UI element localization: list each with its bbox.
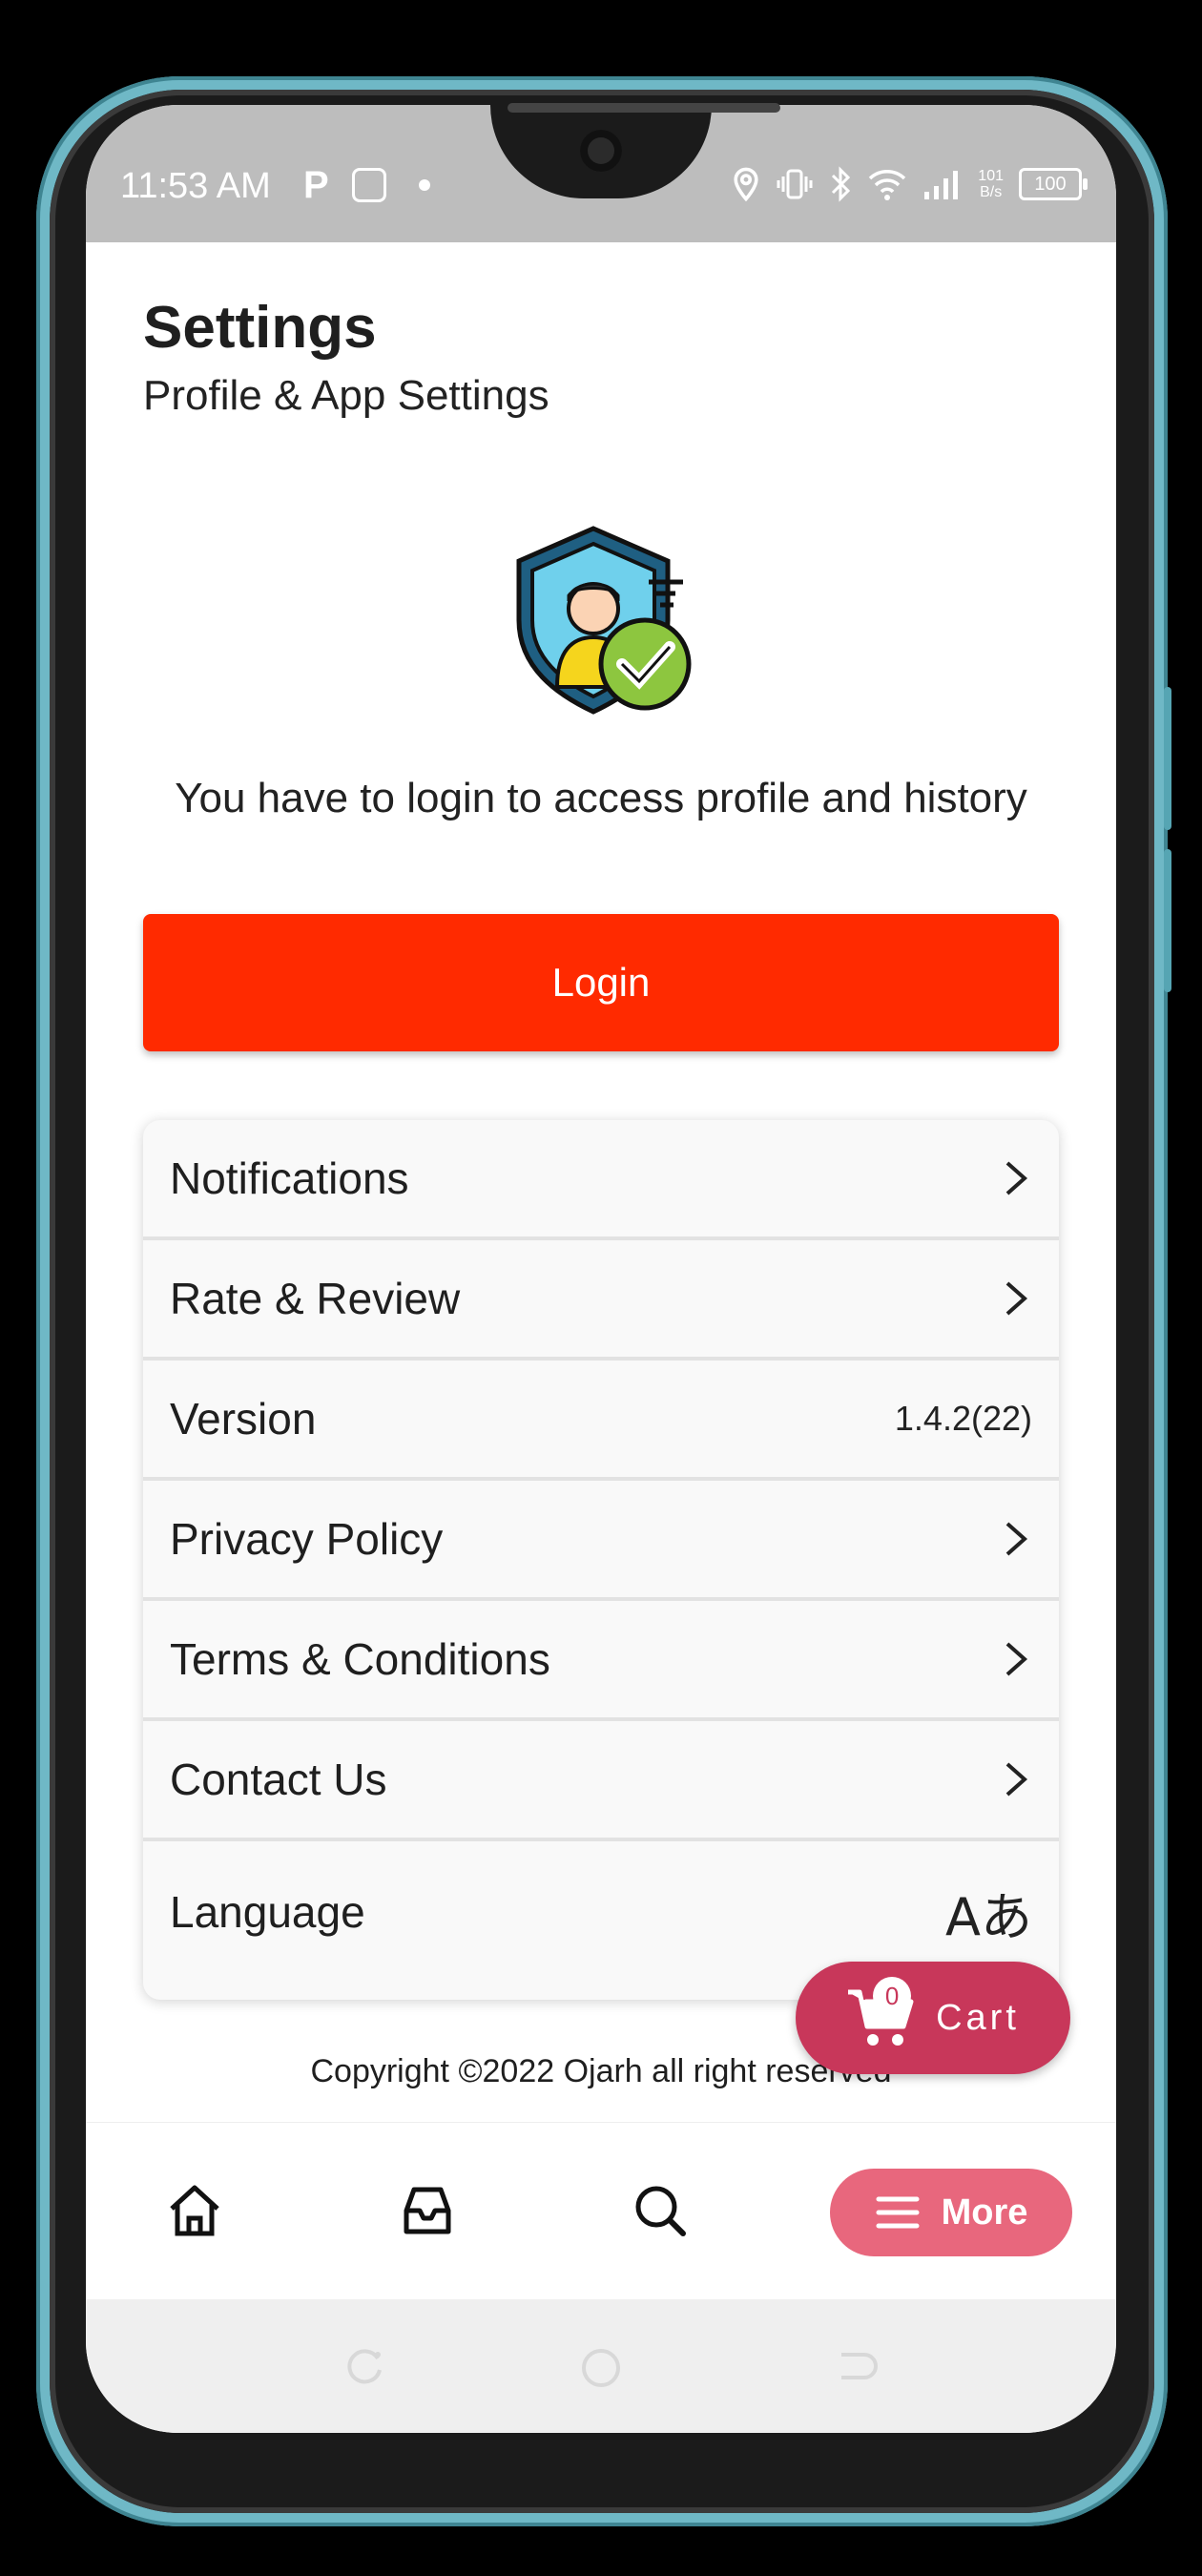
settings-list: Notifications Rate & Review Version 1.4.… <box>143 1120 1059 2000</box>
bluetooth-icon <box>832 166 851 202</box>
screen: 11:53 AM P 101 B/s 100 Settings Profile … <box>86 105 1116 2433</box>
location-icon <box>734 167 758 201</box>
cart-label: Cart <box>936 1997 1020 2038</box>
settings-item-label: Terms & Conditions <box>170 1634 550 1684</box>
verified-user-shield-icon <box>516 526 692 715</box>
net-speed: 101 B/s <box>978 168 1004 200</box>
net-speed-value: 101 <box>978 168 1004 184</box>
login-message: You have to login to access profile and … <box>175 775 1027 821</box>
settings-item-privacy-policy[interactable]: Privacy Policy <box>143 1481 1059 1601</box>
battery-icon: 100 <box>1019 168 1088 200</box>
system-navigation-bar <box>86 2299 1116 2433</box>
settings-item-label: Notifications <box>170 1153 409 1203</box>
parking-icon: P <box>303 164 329 206</box>
settings-item-label: Contact Us <box>170 1755 387 1804</box>
cart-count-badge: 0 <box>873 1977 912 2015</box>
page-title: Settings <box>143 295 377 361</box>
bottom-nav: More <box>86 2122 1116 2300</box>
chevron-right-icon <box>1005 1762 1028 1797</box>
search-icon[interactable] <box>630 2180 691 2241</box>
inbox-icon[interactable] <box>397 2180 458 2241</box>
settings-item-version: Version 1.4.2(22) <box>143 1361 1059 1481</box>
more-label: More <box>941 2192 1028 2233</box>
more-button[interactable]: More <box>830 2169 1072 2256</box>
version-value: 1.4.2(22) <box>894 1399 1032 1438</box>
settings-item-contact-us[interactable]: Contact Us <box>143 1721 1059 1841</box>
settings-item-label: Version <box>170 1394 317 1444</box>
dot-icon <box>418 179 430 191</box>
status-bar: 11:53 AM P 101 B/s 100 <box>86 105 1116 242</box>
app-icon <box>351 168 386 202</box>
front-camera <box>580 130 622 172</box>
chevron-right-icon <box>1005 1281 1028 1316</box>
page-subtitle: Profile & App Settings <box>143 372 549 419</box>
vibrate-icon <box>777 169 813 199</box>
status-time: 11:53 AM <box>120 166 271 206</box>
back-icon[interactable] <box>836 2347 878 2389</box>
settings-item-rate-review[interactable]: Rate & Review <box>143 1240 1059 1361</box>
signal-icon <box>924 171 959 199</box>
cart-button[interactable]: 0 Cart <box>796 1962 1070 2074</box>
menu-icon <box>876 2196 920 2229</box>
net-speed-unit: B/s <box>980 184 1003 200</box>
login-button[interactable]: Login <box>143 914 1059 1051</box>
settings-item-label: Language <box>170 1887 365 1937</box>
recent-apps-icon[interactable] <box>343 2347 385 2389</box>
settings-item-label: Privacy Policy <box>170 1514 444 1564</box>
settings-item-label: Rate & Review <box>170 1274 461 1323</box>
settings-item-terms-conditions[interactable]: Terms & Conditions <box>143 1601 1059 1721</box>
chevron-right-icon <box>1005 1161 1028 1195</box>
settings-item-notifications[interactable]: Notifications <box>143 1120 1059 1240</box>
chevron-right-icon <box>1005 1642 1028 1676</box>
earpiece-speaker <box>508 103 780 113</box>
volume-button <box>1164 687 1171 830</box>
wifi-icon <box>869 170 906 200</box>
translate-icon: Aあ <box>945 1886 1032 1947</box>
home-icon[interactable] <box>164 2180 225 2241</box>
power-button <box>1164 849 1171 992</box>
home-circle-icon[interactable] <box>580 2347 622 2389</box>
chevron-right-icon <box>1005 1522 1028 1556</box>
